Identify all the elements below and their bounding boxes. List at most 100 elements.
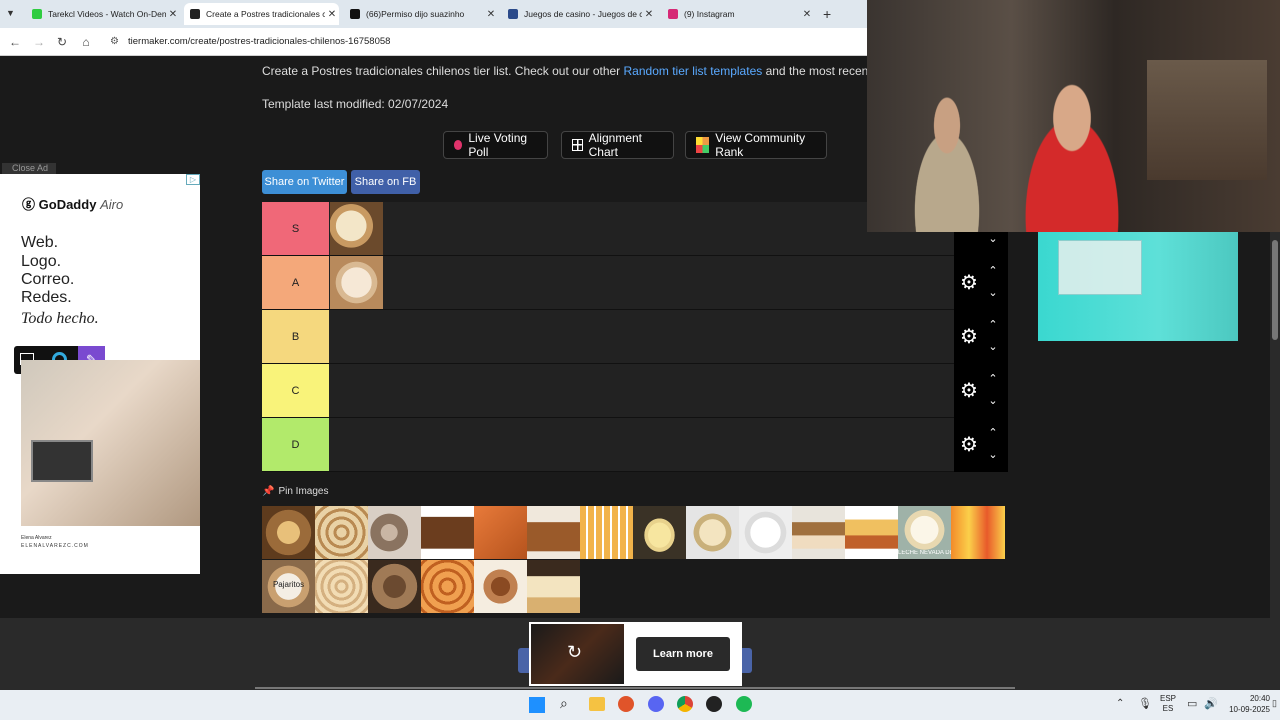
browser-tab-active[interactable]: Create a Postres tradicionales c ✕: [184, 3, 339, 25]
learn-more-button[interactable]: Learn more: [636, 637, 730, 671]
adchoices-icon[interactable]: ▷: [186, 174, 200, 185]
file-explorer-icon[interactable]: [589, 697, 605, 711]
alignment-chart-button[interactable]: Alignment Chart: [561, 131, 674, 159]
gear-icon[interactable]: ⚙: [959, 273, 979, 293]
tier-item-image[interactable]: [330, 202, 383, 255]
app-icon[interactable]: [618, 696, 634, 712]
pin-icon: 📌: [262, 486, 275, 497]
live-voting-poll-button[interactable]: Live Voting Poll: [443, 131, 548, 159]
godaddy-ad[interactable]: ▷ ⓖ GoDaddy Airo Web. Logo. Correo. Rede…: [0, 174, 200, 574]
notification-icon[interactable]: ▯: [1272, 698, 1277, 709]
back-arrow-icon[interactable]: ←: [8, 35, 22, 49]
clock[interactable]: 20:40 10-09-2025: [1222, 693, 1270, 715]
share-fb-button[interactable]: Share on FB: [351, 170, 420, 194]
tier-label[interactable]: S: [262, 202, 329, 255]
pool-item-image[interactable]: [421, 506, 474, 559]
replay-icon[interactable]: ↻: [567, 642, 582, 663]
browser-tab[interactable]: Juegos de casino - Juegos de c ✕: [502, 3, 656, 25]
random-templates-link[interactable]: Random tier list templates: [624, 64, 763, 78]
chevron-down-icon[interactable]: ⌄: [986, 286, 1000, 299]
tier-label[interactable]: C: [262, 364, 329, 417]
video-ad[interactable]: ↻ Learn more: [529, 622, 742, 686]
pool-item-image[interactable]: [580, 506, 633, 559]
pool-item-image[interactable]: [474, 506, 527, 559]
pool-item-image[interactable]: [527, 560, 580, 613]
new-tab-plus-icon[interactable]: +: [823, 6, 831, 22]
pin-images-toggle[interactable]: 📌 Pin Images: [262, 486, 328, 497]
microphone-icon[interactable]: 🎙: [1138, 697, 1152, 710]
tier-item-image[interactable]: [330, 256, 383, 309]
site-info-icon[interactable]: ⚙: [110, 33, 119, 51]
gear-icon[interactable]: ⚙: [959, 327, 979, 347]
search-icon[interactable]: ⌕: [560, 695, 568, 712]
chevron-up-icon[interactable]: ⌃: [986, 372, 1000, 385]
chevron-down-icon[interactable]: ⌄: [986, 448, 1000, 461]
close-icon[interactable]: ✕: [642, 9, 656, 20]
pool-item-image[interactable]: [262, 506, 315, 559]
gear-icon[interactable]: ⚙: [959, 435, 979, 455]
bottom-ad-bar: ↻ Learn more: [0, 618, 1280, 690]
tier-label[interactable]: B: [262, 310, 329, 363]
chevron-up-icon[interactable]: ⌃: [986, 426, 1000, 439]
url-field[interactable]: ⚙ tiermaker.com/create/postres-tradicion…: [108, 33, 863, 51]
tier-row-d: D ⚙ ⌃ ⌄: [262, 418, 1008, 472]
tier-label[interactable]: D: [262, 418, 329, 471]
close-icon[interactable]: ✕: [166, 9, 180, 20]
pool-item-image[interactable]: [368, 560, 421, 613]
godaddy-logo: ⓖ GoDaddy Airo: [22, 197, 124, 212]
pool-item-image[interactable]: [633, 506, 686, 559]
pool-item-image[interactable]: [421, 560, 474, 613]
language-indicator[interactable]: ESP ES: [1160, 694, 1176, 714]
tier-controls: ⚙ ⌃ ⌄: [954, 310, 1008, 364]
obs-icon[interactable]: [706, 696, 722, 712]
pool-item-image[interactable]: [739, 506, 792, 559]
spotify-icon[interactable]: [736, 696, 752, 712]
pool-item-image[interactable]: [368, 506, 421, 559]
volume-icon[interactable]: 🔊: [1204, 697, 1218, 710]
ad-credit: Elena Alvarez: [21, 535, 52, 541]
chevron-up-icon[interactable]: ⌃: [986, 318, 1000, 331]
chevron-down-icon[interactable]: ⌄: [986, 340, 1000, 353]
tier-label[interactable]: A: [262, 256, 329, 309]
forward-arrow-icon[interactable]: →: [32, 35, 46, 49]
browser-tab[interactable]: Tarekcl Videos - Watch On-Den ✕: [26, 3, 180, 25]
pool-item-image[interactable]: [315, 560, 368, 613]
browser-tab[interactable]: (66)Permiso dijo suazinho ✕: [344, 3, 498, 25]
chevron-down-icon[interactable]: ⌄: [986, 232, 1000, 245]
tab-menu-chevron-icon[interactable]: ▼: [6, 8, 15, 18]
pool-item-image[interactable]: [845, 506, 898, 559]
reload-icon[interactable]: ↻: [55, 35, 69, 49]
tray-chevron-icon[interactable]: ⌃: [1116, 698, 1124, 709]
pool-item-image[interactable]: [686, 506, 739, 559]
close-icon[interactable]: ✕: [325, 9, 339, 20]
pool-item-image[interactable]: LECHE NEVADA DE CORSETO: [898, 506, 951, 559]
ad-line: Web.: [21, 234, 59, 251]
view-community-rank-button[interactable]: View Community Rank: [685, 131, 827, 159]
pool-item-image[interactable]: [951, 506, 1005, 559]
pool-item-image[interactable]: Pajaritos: [262, 560, 315, 613]
ad-line: Logo.: [21, 253, 62, 270]
tier-row-a: A ⚙ ⌃ ⌄: [262, 256, 1008, 310]
pool-item-image[interactable]: [315, 506, 368, 559]
casino-icon: [508, 9, 518, 19]
chrome-icon[interactable]: [677, 696, 693, 712]
chevron-down-icon[interactable]: ⌄: [986, 394, 1000, 407]
network-icon[interactable]: ▭: [1187, 697, 1197, 710]
gear-icon[interactable]: ⚙: [959, 381, 979, 401]
home-icon[interactable]: ⌂: [79, 35, 93, 49]
side-ad-image[interactable]: [1038, 232, 1238, 341]
pool-item-image[interactable]: [474, 560, 527, 613]
windows-start-icon[interactable]: [529, 697, 545, 713]
close-icon[interactable]: ✕: [800, 9, 814, 20]
close-ad-button[interactable]: Close Ad: [2, 163, 56, 174]
instagram-icon: [668, 9, 678, 19]
chevron-up-icon[interactable]: ⌃: [986, 264, 1000, 277]
close-icon[interactable]: ✕: [484, 9, 498, 20]
pool-item-image[interactable]: [792, 506, 845, 559]
pool-item-image[interactable]: [527, 506, 580, 559]
page-scrollbar[interactable]: [1270, 232, 1280, 690]
share-twitter-button[interactable]: Share on Twitter: [262, 170, 347, 194]
discord-icon[interactable]: [648, 696, 664, 712]
scrollbar-thumb[interactable]: [1272, 240, 1278, 340]
browser-tab[interactable]: (9) Instagram ✕: [662, 3, 814, 25]
